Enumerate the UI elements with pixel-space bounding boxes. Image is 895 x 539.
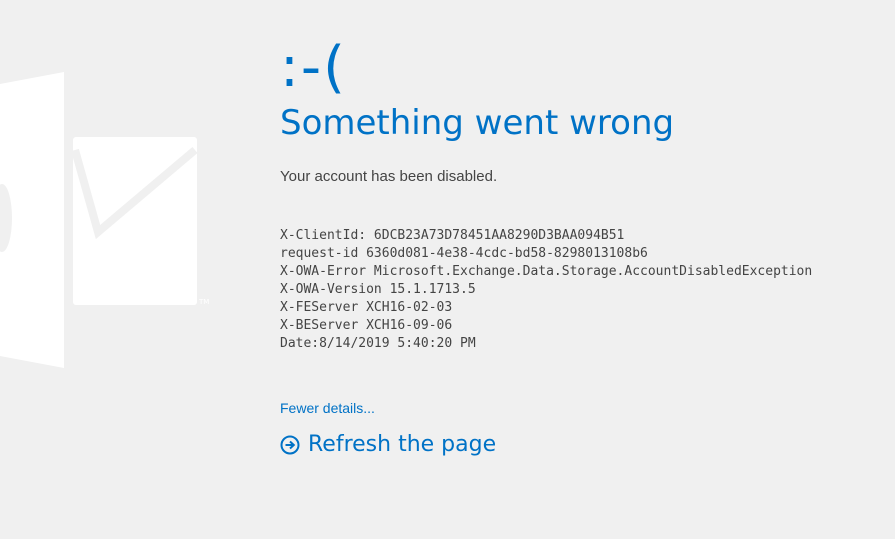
diagnostic-line: X-FEServer XCH16-02-03 (280, 300, 453, 315)
diagnostic-details: X-ClientId: 6DCB23A73D78451AA8290D3BAA09… (280, 227, 880, 353)
refresh-page-label: Refresh the page (308, 432, 497, 457)
svg-text:TM: TM (198, 298, 209, 306)
sad-face-emoticon: :-( (280, 35, 347, 100)
diagnostic-line: X-OWA-Error Microsoft.Exchange.Data.Stor… (280, 264, 813, 279)
diagnostic-line: X-ClientId: 6DCB23A73D78451AA8290D3BAA09… (280, 228, 625, 243)
diagnostic-line: X-BEServer XCH16-09-06 (280, 318, 453, 333)
diagnostic-line: X-OWA-Version 15.1.1713.5 (280, 282, 476, 297)
error-title: Something went wrong (280, 103, 675, 143)
error-message: Your account has been disabled. (280, 168, 498, 185)
diagnostic-line: request-id 6360d081-4e38-4cdc-bd58-82980… (280, 246, 648, 261)
error-panel: :-( Something went wrong Your account ha… (280, 34, 880, 457)
diagnostic-line: Date:8/14/2019 5:40:20 PM (280, 336, 476, 351)
fewer-details-link[interactable]: Fewer details... (280, 400, 375, 416)
outlook-logo-icon: TM (0, 72, 209, 368)
arrow-circle-right-icon (280, 435, 300, 454)
refresh-page-link[interactable]: Refresh the page (280, 432, 496, 457)
